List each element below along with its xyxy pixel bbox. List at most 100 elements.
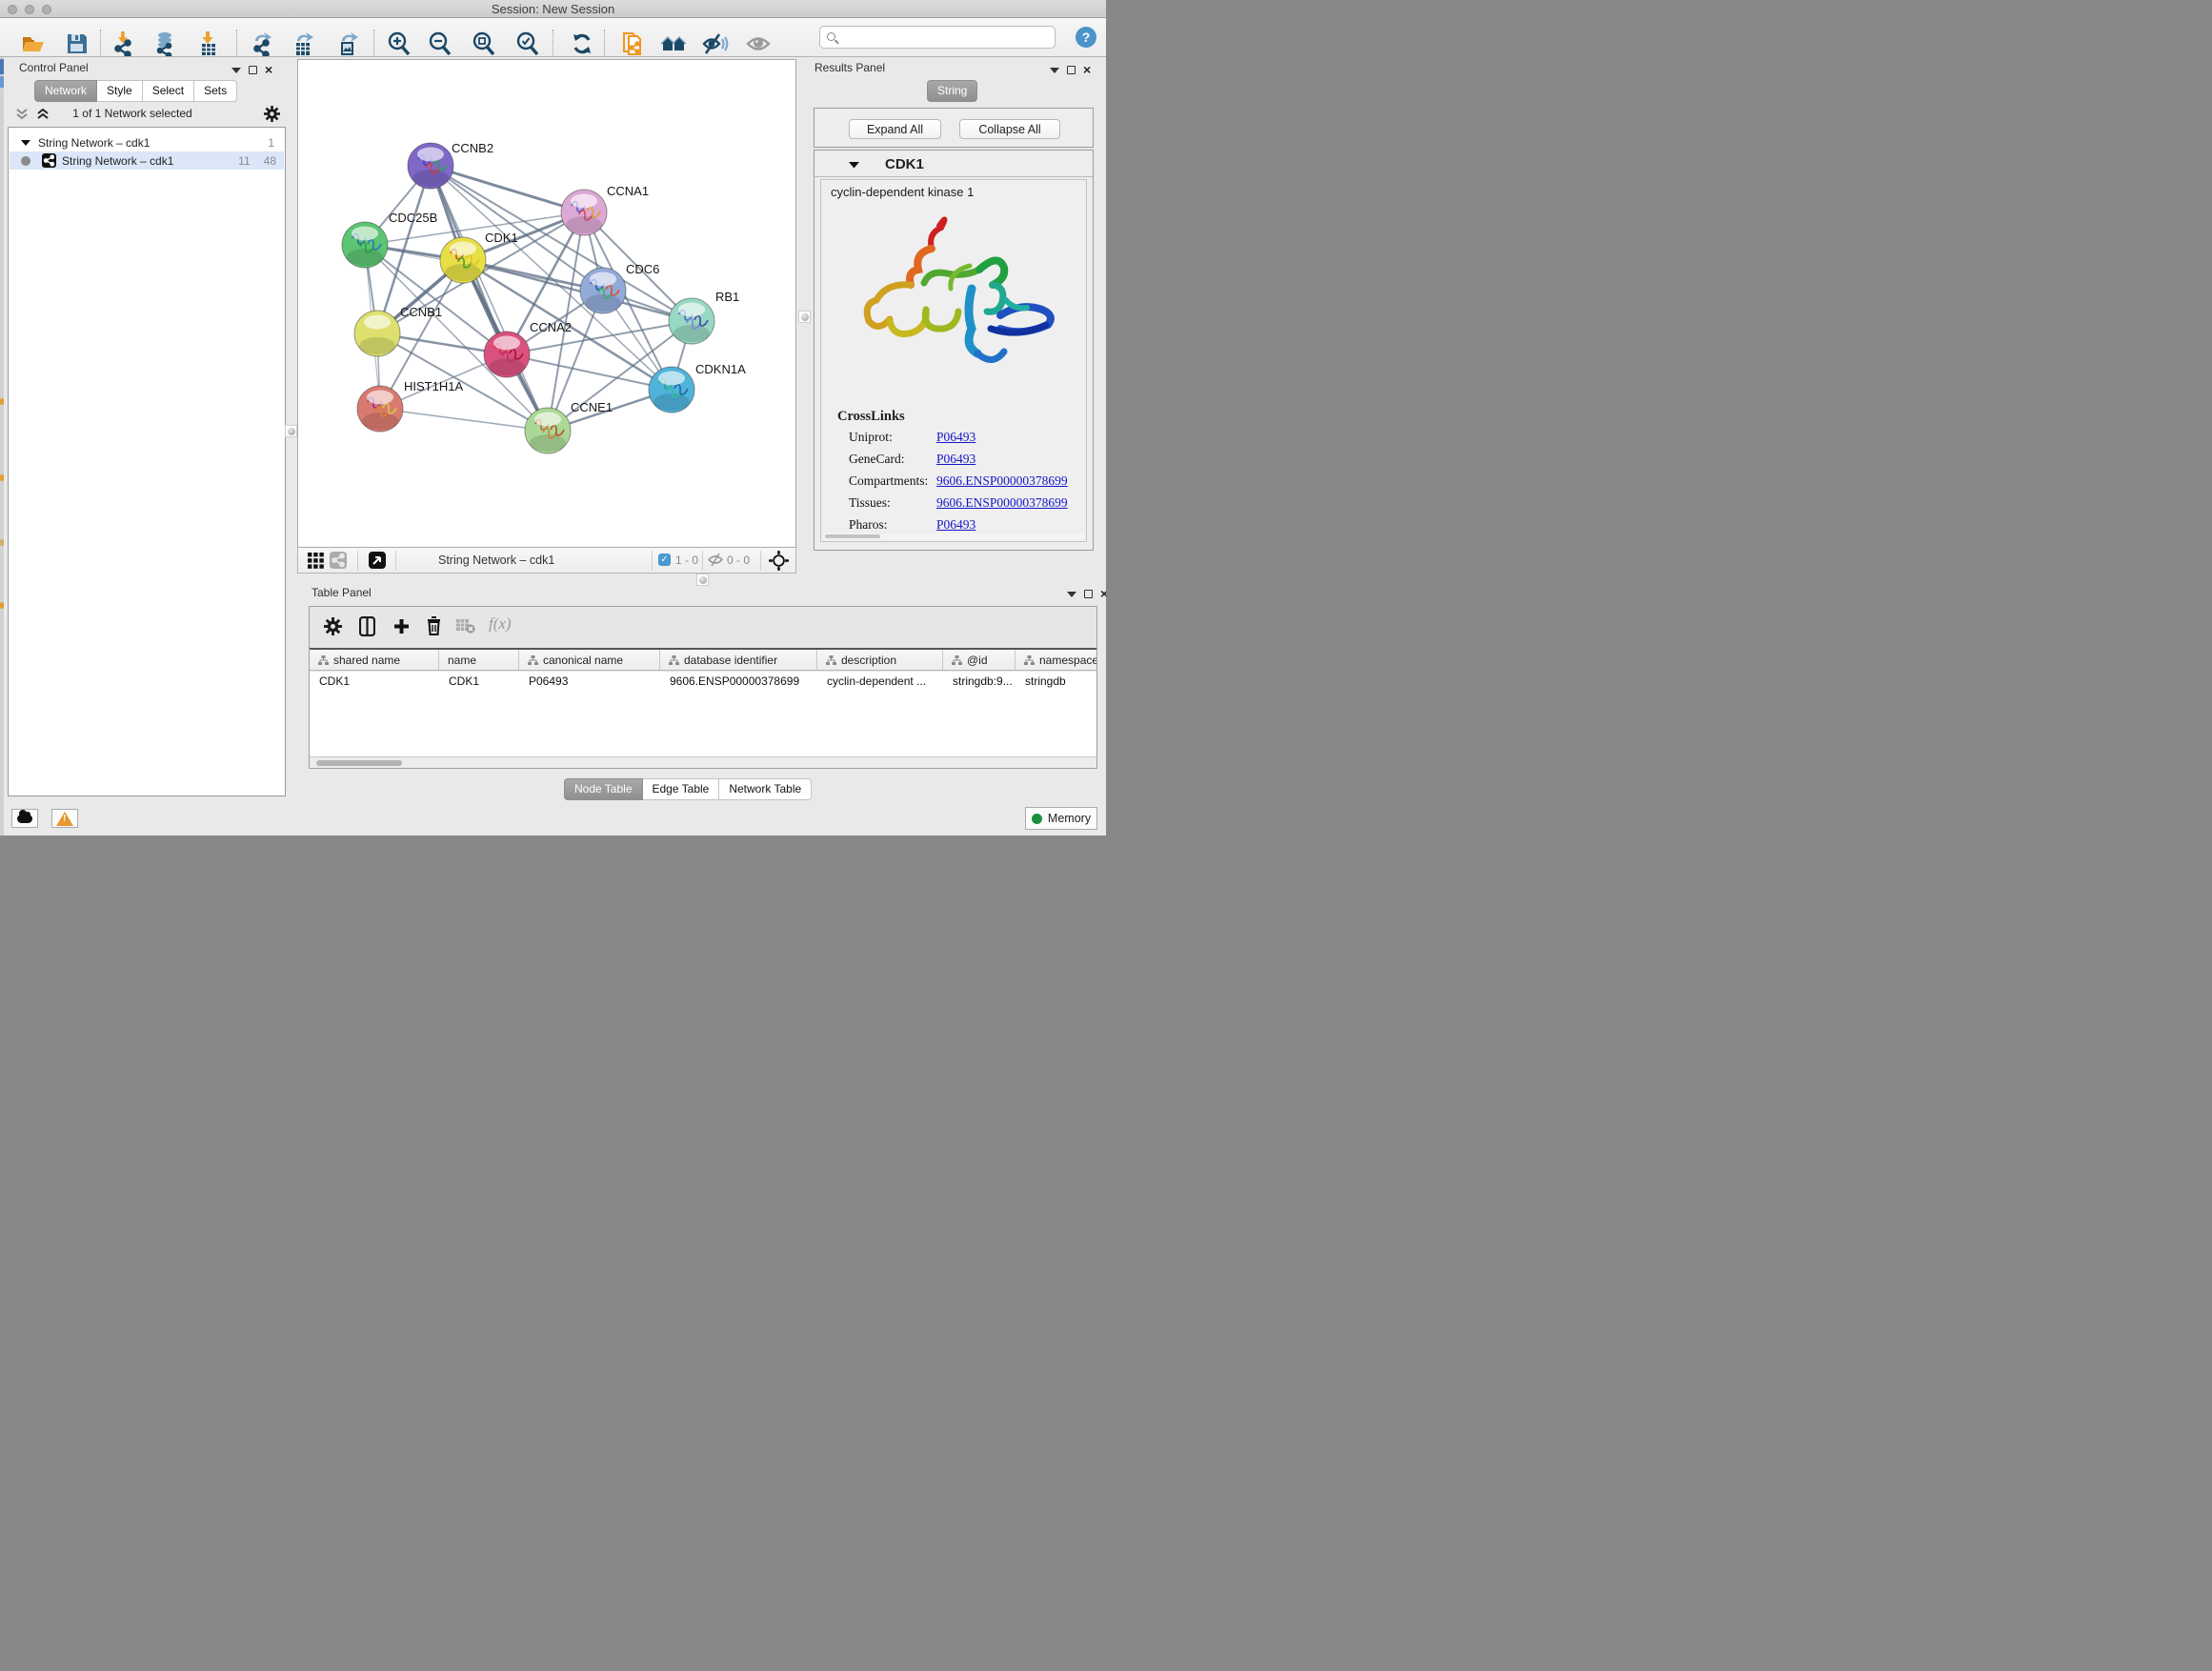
crosslink-link[interactable]: P06493 xyxy=(936,517,975,532)
table-cell[interactable]: P06493 xyxy=(519,674,660,688)
birdseye-view-icon[interactable] xyxy=(369,552,386,569)
collapse-all-button[interactable]: Collapse All xyxy=(959,119,1060,139)
table-row[interactable]: CDK1CDK1P064939606.ENSP00000378699cyclin… xyxy=(310,672,1096,690)
table-cell[interactable]: stringdb:9... xyxy=(943,674,1016,688)
import-network-database-icon[interactable] xyxy=(151,30,179,58)
network-node-CCNB2[interactable] xyxy=(408,143,453,189)
create-column-plus-icon[interactable] xyxy=(390,614,412,637)
selected-checkbox-icon[interactable]: ✓ xyxy=(658,554,671,566)
tab-select[interactable]: Select xyxy=(143,80,194,102)
search-input[interactable] xyxy=(819,26,1056,49)
splitter-handle[interactable] xyxy=(798,311,811,323)
memory-button[interactable]: Memory xyxy=(1025,807,1097,830)
network-node-CDKN1A[interactable] xyxy=(649,367,694,413)
network-node-CCNA2[interactable] xyxy=(484,332,530,377)
show-all-icon[interactable] xyxy=(744,30,773,58)
import-table-icon[interactable] xyxy=(194,30,223,58)
tree-expander-icon[interactable] xyxy=(21,139,30,147)
panel-float-icon[interactable] xyxy=(1067,66,1076,74)
warnings-button[interactable] xyxy=(51,809,78,828)
network-node-CCNA1[interactable] xyxy=(561,190,607,235)
export-image-icon[interactable] xyxy=(333,30,362,58)
crosslink-link[interactable]: P06493 xyxy=(936,452,975,466)
tab-node-table[interactable]: Node Table xyxy=(564,778,643,800)
tab-style[interactable]: Style xyxy=(97,80,143,102)
column-header-canonical-name[interactable]: canonical name xyxy=(519,650,660,670)
fit-selected-crosshair-icon[interactable] xyxy=(769,551,789,571)
panel-close-icon[interactable]: × xyxy=(1083,66,1091,74)
network-collection-row[interactable]: String Network – cdk1 1 xyxy=(10,133,284,151)
open-session-icon[interactable] xyxy=(19,30,48,58)
network-row-selected[interactable]: String Network – cdk1 11 48 xyxy=(10,151,284,170)
network-node-CDC6[interactable] xyxy=(580,268,626,313)
tab-network-table[interactable]: Network Table xyxy=(719,778,812,800)
network-node-RB1[interactable] xyxy=(669,298,714,344)
refresh-icon[interactable] xyxy=(568,30,596,58)
zoom-in-icon[interactable] xyxy=(385,30,413,58)
string-view-icon xyxy=(330,552,347,569)
crosslink-link[interactable]: 9606.ENSP00000378699 xyxy=(936,473,1068,488)
column-header-namespace[interactable]: namespace xyxy=(1016,650,1096,670)
panel-float-icon[interactable] xyxy=(1084,590,1093,598)
network-edge[interactable] xyxy=(431,166,584,212)
background-fragment xyxy=(0,474,4,481)
table-cell[interactable]: CDK1 xyxy=(439,674,519,688)
expand-all-button[interactable]: Expand All xyxy=(849,119,941,139)
zoom-fit-icon[interactable] xyxy=(470,30,498,58)
network-edge[interactable] xyxy=(507,354,672,390)
column-header-description[interactable]: description xyxy=(817,650,943,670)
panel-float-icon[interactable] xyxy=(249,66,257,74)
export-table-icon[interactable] xyxy=(290,30,318,58)
tab-edge-table[interactable]: Edge Table xyxy=(643,778,720,800)
panel-close-icon[interactable]: × xyxy=(1100,590,1106,598)
gene-section-header[interactable]: CDK1 xyxy=(814,151,1093,177)
network-edge[interactable] xyxy=(380,409,548,431)
panel-close-icon[interactable]: × xyxy=(265,66,272,74)
tab-sets[interactable]: Sets xyxy=(194,80,237,102)
panel-menu-icon[interactable] xyxy=(1050,68,1059,73)
crosslink-link[interactable]: P06493 xyxy=(936,430,975,444)
save-session-icon[interactable] xyxy=(63,30,91,58)
results-horizontal-scrollbar[interactable] xyxy=(823,534,1084,539)
network-options-gear-icon[interactable] xyxy=(264,106,280,122)
column-header-database-identifier[interactable]: database identifier xyxy=(660,650,817,670)
table-cell[interactable]: CDK1 xyxy=(310,674,439,688)
network-node-CCNB1[interactable] xyxy=(354,311,400,356)
column-header--id[interactable]: @id xyxy=(943,650,1016,670)
tab-network[interactable]: Network xyxy=(34,80,97,102)
network-canvas[interactable]: CCNB2CCNA1CDC25BCDK1CDC6RB1CCNB1CCNA2HIS… xyxy=(297,59,796,548)
crosslink-link[interactable]: 9606.ENSP00000378699 xyxy=(936,495,1068,510)
table-cell[interactable]: 9606.ENSP00000378699 xyxy=(660,674,817,688)
panel-menu-icon[interactable] xyxy=(1067,592,1076,597)
table-cell[interactable]: stringdb xyxy=(1016,674,1096,688)
column-header-shared-name[interactable]: shared name xyxy=(310,650,439,670)
network-node-HIST1H1A[interactable] xyxy=(357,386,403,432)
share-document-icon[interactable] xyxy=(619,30,648,58)
table-horizontal-scrollbar[interactable] xyxy=(310,756,1096,768)
export-network-icon[interactable] xyxy=(250,30,278,58)
import-network-file-icon[interactable] xyxy=(111,30,139,58)
panel-menu-icon[interactable] xyxy=(231,68,241,73)
network-node-CDK1[interactable] xyxy=(440,237,486,283)
network-node-CDC25B[interactable] xyxy=(342,222,388,268)
hide-selected-icon[interactable] xyxy=(701,30,730,58)
zoom-selected-icon[interactable] xyxy=(513,30,542,58)
cloud-status-button[interactable] xyxy=(11,809,38,828)
results-panel-tab-string[interactable]: String xyxy=(927,80,977,102)
splitter-handle[interactable] xyxy=(285,425,297,437)
collapse-section-icon[interactable] xyxy=(849,161,859,169)
help-icon[interactable]: ? xyxy=(1076,27,1096,48)
delete-column-trash-icon[interactable] xyxy=(422,614,445,637)
splitter-handle[interactable] xyxy=(696,574,709,586)
network-graph[interactable]: CCNB2CCNA1CDC25BCDK1CDC6RB1CCNB1CCNA2HIS… xyxy=(298,60,795,547)
hidden-eye-icon[interactable] xyxy=(708,553,723,567)
show-columns-icon[interactable] xyxy=(355,614,378,637)
grid-view-icon[interactable] xyxy=(308,553,324,569)
table-cell[interactable]: cyclin-dependent ... xyxy=(817,674,943,688)
tab-string-label[interactable]: String xyxy=(927,80,977,102)
table-options-gear-icon[interactable] xyxy=(321,614,344,637)
column-header-name[interactable]: name xyxy=(439,650,519,670)
network-node-CCNE1[interactable] xyxy=(525,408,571,453)
zoom-out-icon[interactable] xyxy=(426,30,454,58)
home-icon[interactable] xyxy=(659,30,688,58)
